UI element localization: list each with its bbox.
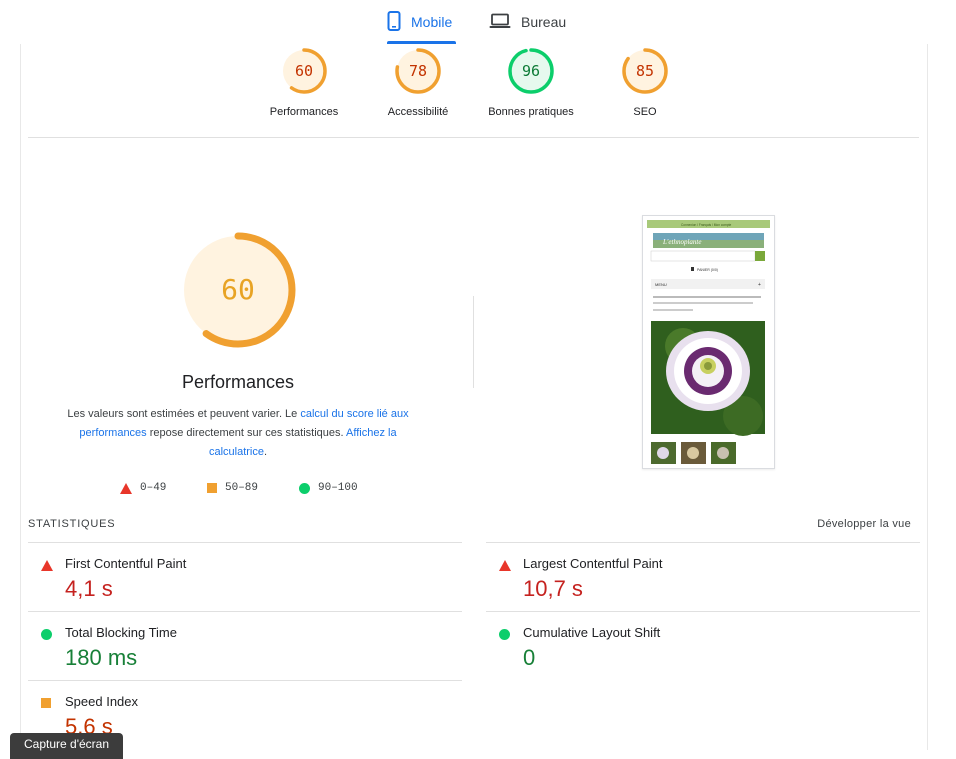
circle-green-icon — [41, 629, 52, 640]
gauge-best-practices[interactable]: 96 — [507, 47, 555, 95]
metric-tbt: Total Blocking Time 180 ms — [28, 611, 462, 681]
square-orange-icon — [207, 483, 217, 493]
performance-description: Les valeurs sont estimées et peuvent var… — [58, 405, 418, 462]
svg-text:+: + — [758, 282, 761, 288]
expand-view-toggle[interactable]: Développer la vue — [817, 518, 911, 530]
legend-fail-label: 0–49 — [140, 482, 167, 494]
legend-average-label: 50–89 — [225, 482, 259, 494]
screenshot-tooltip: Capture d'écran — [10, 733, 124, 759]
metric-cls-value: 0 — [523, 645, 536, 670]
report-frame-left — [20, 44, 21, 750]
desc-text-1: Les valeurs sont estimées et peuvent var… — [67, 408, 301, 420]
tab-mobile-label: Mobile — [411, 14, 453, 30]
thumb-cart-text: PANIER (0/0) — [697, 268, 718, 272]
triangle-red-icon — [499, 560, 511, 571]
gauge-performance[interactable]: 60 — [280, 47, 328, 95]
vertical-divider — [473, 296, 474, 388]
circle-green-icon — [499, 629, 510, 640]
metric-tbt-value: 180 ms — [65, 645, 138, 670]
tab-desktop-label: Bureau — [521, 14, 567, 30]
triangle-red-icon — [120, 482, 132, 494]
gauge-accessibility-score: 78 — [408, 62, 428, 80]
square-orange-icon — [41, 698, 51, 708]
triangle-red-icon — [41, 560, 53, 571]
statistics-title: STATISTIQUES — [28, 518, 116, 530]
gauge-seo-label: SEO — [633, 106, 657, 118]
metric-fcp: First Contentful Paint 4,1 s — [28, 542, 462, 612]
thumb-header-text: Connexion / Français / Mon compte — [681, 223, 732, 227]
legend-average: 50–89 — [207, 482, 258, 494]
metric-cls: Cumulative Layout Shift 0 — [486, 611, 920, 681]
gauge-best-practices-score: 96 — [521, 62, 541, 80]
section-divider — [28, 137, 919, 138]
circle-green-icon — [299, 482, 310, 494]
metric-lcp: Largest Contentful Paint 10,7 s — [486, 542, 920, 612]
tab-mobile[interactable]: Mobile — [387, 0, 452, 44]
metric-fcp-name: First Contentful Paint — [65, 556, 187, 571]
desc-text-3: . — [263, 446, 268, 458]
report-frame-right — [927, 44, 928, 750]
tab-desktop[interactable]: Bureau — [489, 0, 566, 44]
desc-text-2: repose directement sur ces statistiques. — [146, 427, 347, 439]
gauge-performance-score: 60 — [294, 62, 314, 80]
gauge-seo[interactable]: 85 — [621, 47, 669, 95]
metric-lcp-value: 10,7 s — [523, 576, 583, 601]
legend-pass-label: 90–100 — [318, 482, 358, 494]
phone-icon — [387, 10, 401, 34]
tab-active-indicator — [387, 41, 456, 44]
laptop-icon — [489, 13, 511, 32]
legend-fail: 0–49 — [120, 482, 166, 494]
legend-pass: 90–100 — [299, 482, 358, 494]
performance-title: Performances — [181, 372, 295, 392]
metric-cls-name: Cumulative Layout Shift — [523, 625, 661, 640]
gauge-seo-score: 85 — [635, 62, 655, 80]
thumb-logo-text: L'ethnoplante — [662, 238, 701, 246]
metric-speed-index-name: Speed Index — [65, 694, 139, 709]
performance-gauge-large: 60 — [180, 232, 296, 348]
page-screenshot-thumbnail[interactable]: Connexion / Français / Mon compte L'ethn… — [642, 215, 775, 469]
gauge-accessibility[interactable]: 78 — [394, 47, 442, 95]
metric-lcp-name: Largest Contentful Paint — [523, 556, 663, 571]
metric-fcp-value: 4,1 s — [65, 576, 113, 601]
metric-tbt-name: Total Blocking Time — [65, 625, 177, 640]
performance-score-large: 60 — [221, 273, 255, 306]
thumb-menu-text: MENU — [655, 282, 667, 287]
